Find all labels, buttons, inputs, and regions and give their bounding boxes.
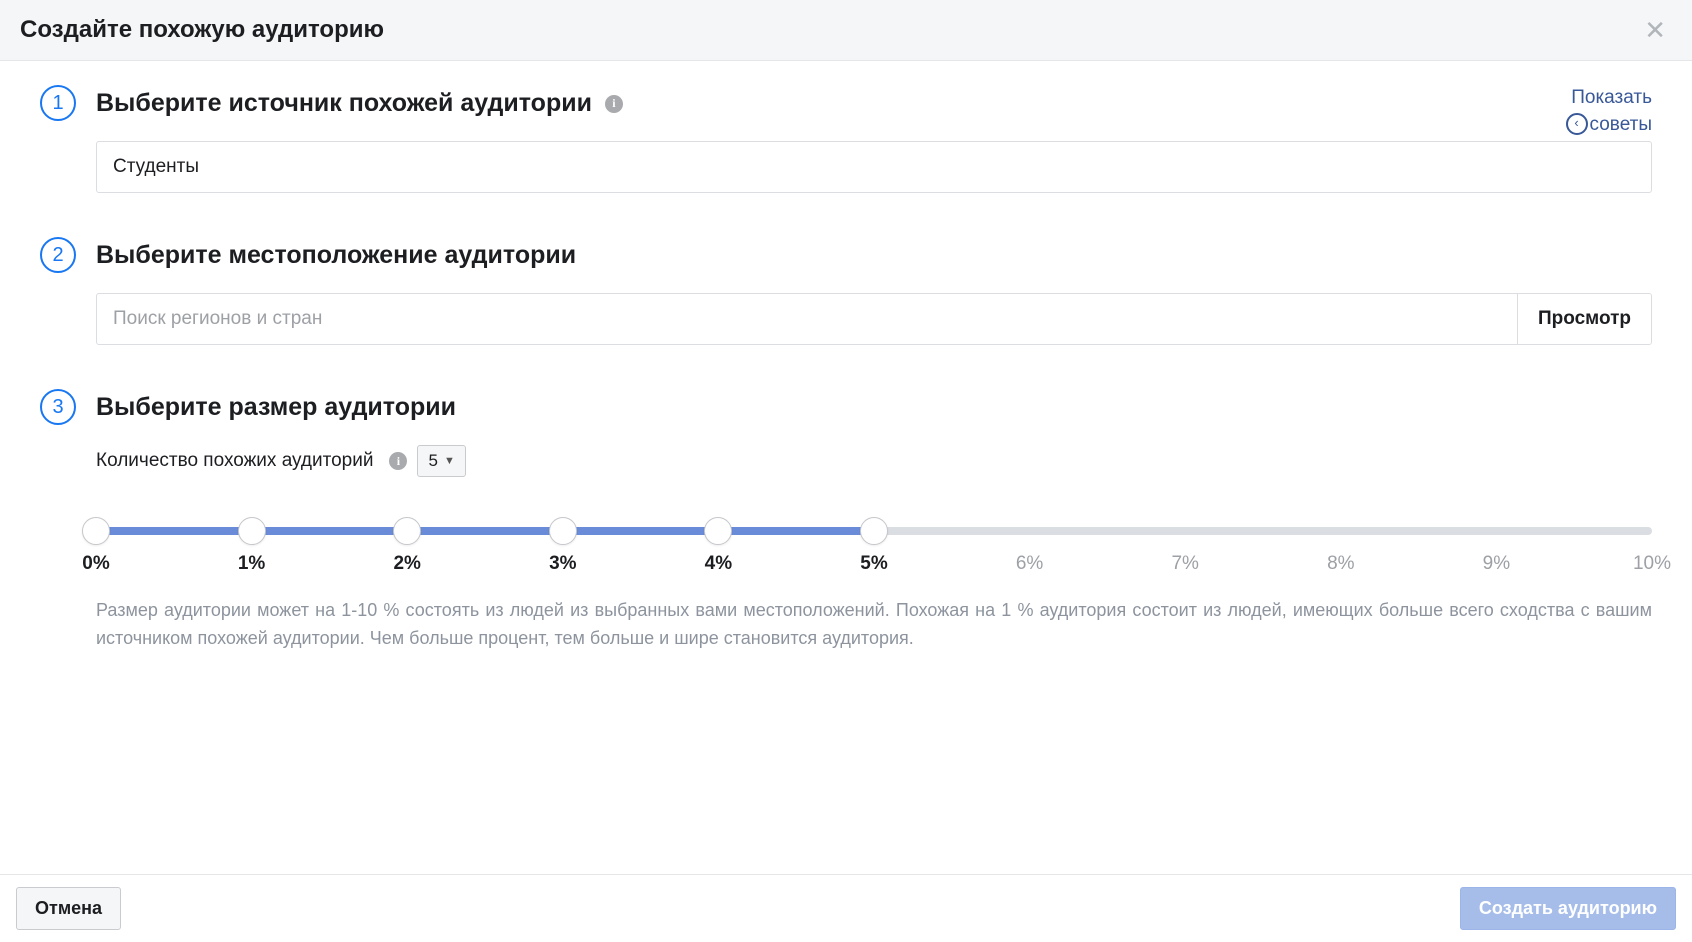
browse-button[interactable]: Просмотр <box>1517 294 1651 344</box>
slider-tick-label: 4% <box>705 553 732 575</box>
chevron-down-icon: ▼ <box>444 455 455 467</box>
chevron-left-icon: ‹ <box>1566 113 1588 135</box>
step-number-2: 2 <box>40 237 76 273</box>
step-1-section: 1 Выберите источник похожей аудитории i … <box>40 85 1652 193</box>
audience-count-label: Количество похожих аудиторий <box>96 450 373 472</box>
slider-tick-label: 9% <box>1483 553 1510 575</box>
slider-tick-label: 0% <box>82 553 109 575</box>
modal-title: Создайте похожую аудиторию <box>20 16 384 44</box>
audience-size-slider[interactable]: 0%1%2%3%4%5%6%7%8%9%10% <box>96 527 1652 579</box>
step-number-3: 3 <box>40 389 76 425</box>
step-3-title: Выберите размер аудитории <box>96 393 456 422</box>
source-audience-input[interactable]: Студенты <box>96 141 1652 193</box>
tips-line-1: Показать <box>1566 85 1652 112</box>
create-audience-button[interactable]: Создать аудиторию <box>1460 887 1676 930</box>
step-1-header: 1 Выберите источник похожей аудитории i <box>40 85 1652 121</box>
slider-handle[interactable] <box>393 517 421 545</box>
location-input-wrap: Просмотр <box>96 293 1652 345</box>
slider-handle[interactable] <box>704 517 732 545</box>
modal-body: Показать ‹советы 1 Выберите источник пох… <box>0 61 1692 673</box>
source-audience-value: Студенты <box>113 156 199 177</box>
step-number-1: 1 <box>40 85 76 121</box>
modal-header: Создайте похожую аудиторию ✕ <box>0 0 1692 61</box>
location-search-input[interactable] <box>97 294 1517 344</box>
tips-line-2: ‹советы <box>1566 112 1652 139</box>
slider-fill <box>96 527 874 535</box>
modal-footer: Отмена Создать аудиторию <box>0 874 1692 942</box>
slider-tick-label: 1% <box>238 553 265 575</box>
audience-count-value: 5 <box>428 451 437 471</box>
close-icon[interactable]: ✕ <box>1638 17 1672 43</box>
slider-tick-label: 6% <box>1016 553 1043 575</box>
step-2-header: 2 Выберите местоположение аудитории <box>40 237 1652 273</box>
slider-tick-label: 8% <box>1327 553 1354 575</box>
slider-handle[interactable] <box>82 517 110 545</box>
slider-tick-label: 10% <box>1633 553 1671 575</box>
cancel-button[interactable]: Отмена <box>16 887 121 930</box>
slider-handle[interactable] <box>238 517 266 545</box>
step-1-title: Выберите источник похожей аудитории i <box>96 89 623 118</box>
step-2-title: Выберите местоположение аудитории <box>96 241 576 270</box>
slider-handle[interactable] <box>549 517 577 545</box>
show-tips-link[interactable]: Показать ‹советы <box>1566 85 1652 138</box>
info-icon[interactable]: i <box>389 452 407 470</box>
audience-count-row: Количество похожих аудиторий i 5 ▼ <box>96 445 1652 477</box>
audience-size-description: Размер аудитории может на 1-10 % состоят… <box>96 597 1652 653</box>
slider-tick-label: 5% <box>860 553 887 575</box>
slider-labels: 0%1%2%3%4%5%6%7%8%9%10% <box>96 553 1652 579</box>
slider-tick-label: 3% <box>549 553 576 575</box>
slider-track <box>96 527 1652 535</box>
info-icon[interactable]: i <box>605 95 623 113</box>
step-3-section: 3 Выберите размер аудитории Количество п… <box>40 389 1652 653</box>
audience-count-select[interactable]: 5 ▼ <box>417 445 465 477</box>
slider-tick-label: 2% <box>393 553 420 575</box>
slider-tick-label: 7% <box>1171 553 1198 575</box>
step-3-header: 3 Выберите размер аудитории <box>40 389 1652 425</box>
step-2-section: 2 Выберите местоположение аудитории Прос… <box>40 237 1652 345</box>
slider-handle[interactable] <box>860 517 888 545</box>
